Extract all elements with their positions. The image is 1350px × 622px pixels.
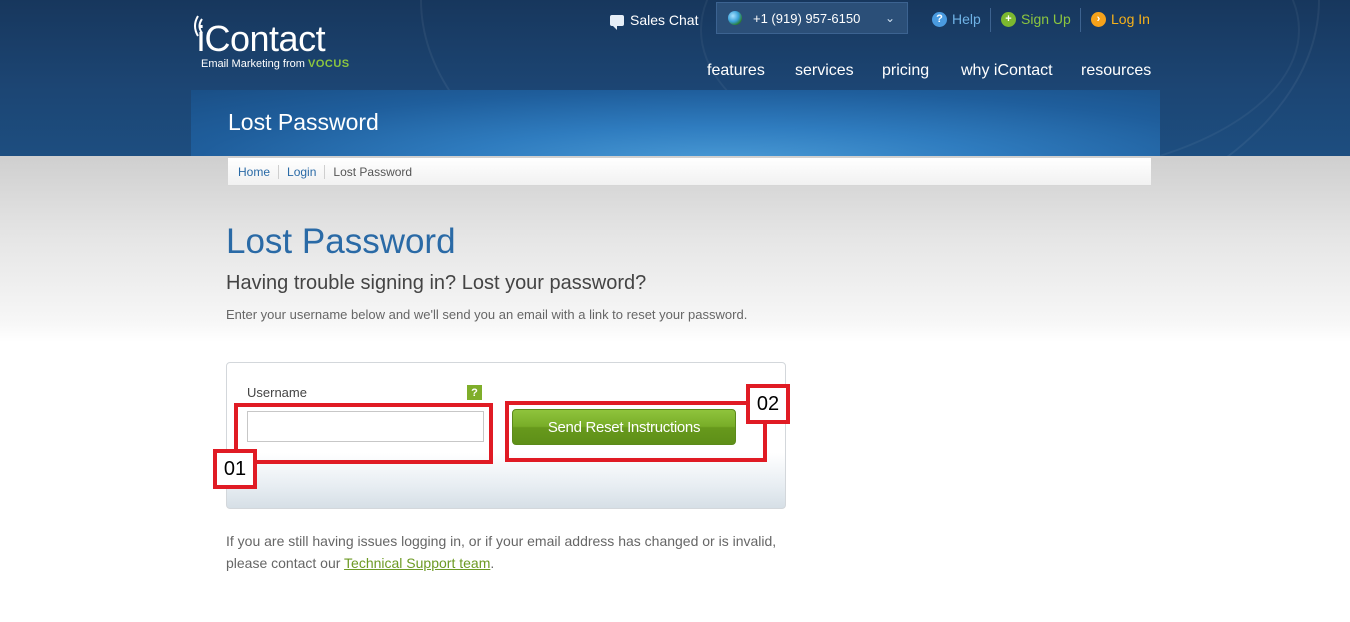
signup-link[interactable]: + Sign Up bbox=[1001, 11, 1071, 27]
breadcrumb: Home Login Lost Password bbox=[228, 158, 1151, 186]
divider bbox=[990, 8, 991, 32]
nav-item-why-icontact[interactable]: why iContact bbox=[961, 62, 1053, 80]
sales-chat-link[interactable]: Sales Chat bbox=[610, 12, 699, 30]
support-text-before: If you are still having issues logging i… bbox=[226, 533, 777, 571]
login-link[interactable]: › Log In bbox=[1091, 11, 1150, 27]
annotation-box-02 bbox=[505, 401, 767, 462]
divider bbox=[1080, 8, 1081, 32]
plus-circle-icon: + bbox=[1001, 11, 1016, 27]
help-label: Help bbox=[952, 11, 981, 27]
phone-dropdown[interactable]: +1 (919) 957-6150 ⌄ bbox=[716, 2, 908, 34]
question-circle-icon: ? bbox=[932, 11, 947, 27]
phone-number: +1 (919) 957-6150 bbox=[753, 10, 861, 26]
nav-item-features[interactable]: features bbox=[707, 62, 765, 80]
breadcrumb-home[interactable]: Home bbox=[228, 164, 280, 179]
page-subtitle: Having trouble signing in? Lost your pas… bbox=[226, 272, 647, 294]
support-text-after: . bbox=[490, 555, 495, 571]
page-banner: Lost Password bbox=[191, 90, 1160, 156]
sales-chat-label: Sales Chat bbox=[630, 12, 699, 28]
annotation-tag-01: 01 bbox=[213, 449, 257, 489]
nav-item-services[interactable]: services bbox=[795, 62, 854, 80]
arrow-circle-icon: › bbox=[1091, 11, 1106, 27]
page-banner-title: Lost Password bbox=[228, 109, 379, 135]
nav-item-resources[interactable]: resources bbox=[1081, 62, 1151, 80]
main-nav: features services pricing why iContact r… bbox=[0, 62, 1350, 82]
annotation-box-01 bbox=[234, 403, 493, 464]
chat-bubble-icon bbox=[610, 14, 624, 30]
support-text: If you are still having issues logging i… bbox=[226, 530, 796, 574]
chevron-down-icon[interactable]: ⌄ bbox=[885, 11, 895, 25]
username-label: Username bbox=[247, 385, 307, 400]
nav-item-pricing[interactable]: pricing bbox=[882, 62, 929, 80]
logo-wordmark: iContact bbox=[197, 18, 326, 59]
instructions-text: Enter your username below and we'll send… bbox=[226, 307, 748, 322]
site-header: iContact Email Marketing from VOCUS Sale… bbox=[0, 0, 1350, 156]
globe-icon bbox=[728, 11, 742, 25]
login-label: Log In bbox=[1111, 11, 1150, 27]
annotation-tag-02: 02 bbox=[746, 384, 790, 424]
signup-label: Sign Up bbox=[1021, 11, 1071, 27]
page-title: Lost Password bbox=[226, 222, 456, 261]
username-help-icon[interactable]: ? bbox=[467, 385, 482, 400]
help-link[interactable]: ? Help bbox=[932, 11, 981, 27]
technical-support-link[interactable]: Technical Support team bbox=[344, 555, 490, 571]
breadcrumb-login[interactable]: Login bbox=[279, 164, 326, 179]
breadcrumb-current: Lost Password bbox=[333, 164, 413, 179]
